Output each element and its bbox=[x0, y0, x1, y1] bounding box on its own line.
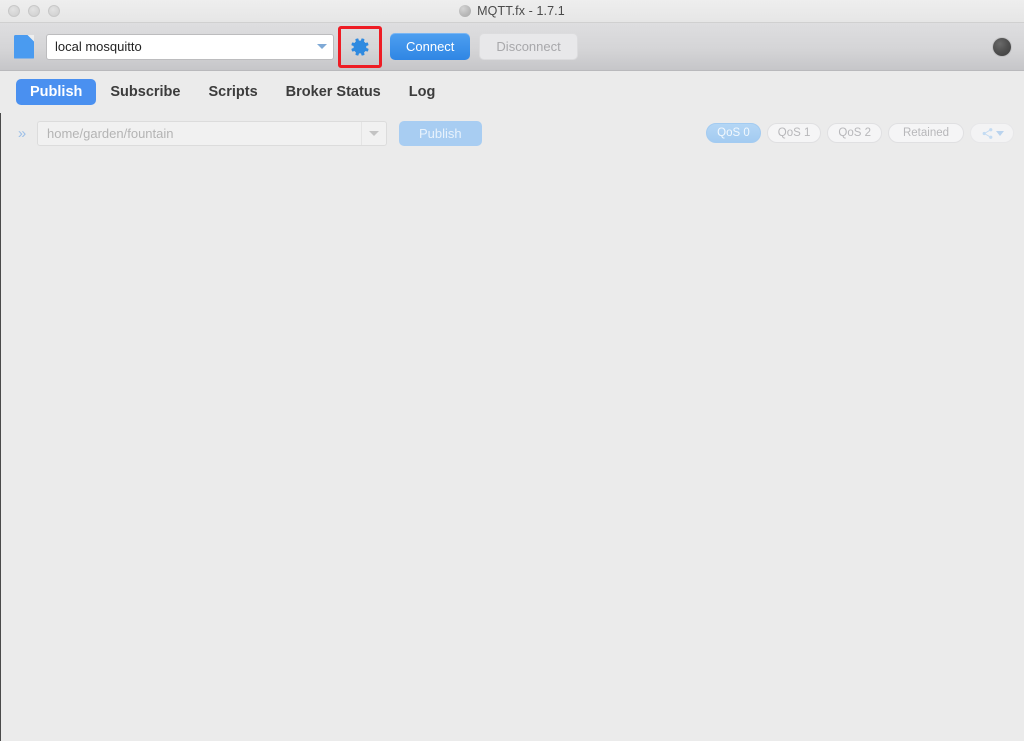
broker-settings-button[interactable] bbox=[338, 25, 382, 68]
publish-panel: » Publish QoS 0 QoS 1 QoS 2 Retained bbox=[0, 113, 1024, 741]
qos-1-button[interactable]: QoS 1 bbox=[766, 123, 822, 143]
retained-button[interactable]: Retained bbox=[888, 123, 964, 143]
globe-icon bbox=[459, 5, 472, 17]
tab-scripts[interactable]: Scripts bbox=[194, 79, 271, 105]
tab-broker-status[interactable]: Broker Status bbox=[272, 79, 395, 105]
chevron-down-icon bbox=[995, 130, 1004, 136]
qos-0-button[interactable]: QoS 0 bbox=[706, 123, 761, 143]
qos-2-button[interactable]: QoS 2 bbox=[827, 123, 882, 143]
gear-icon[interactable] bbox=[349, 36, 371, 58]
close-button[interactable] bbox=[8, 5, 20, 17]
main-tab-bar: Publish Subscribe Scripts Broker Status … bbox=[0, 71, 1024, 113]
chevron-down-icon[interactable] bbox=[311, 35, 333, 59]
window-title: MQTT.fx - 1.7.1 bbox=[477, 4, 565, 18]
double-chevron-right-icon[interactable]: » bbox=[13, 125, 31, 142]
disconnect-button[interactable]: Disconnect bbox=[479, 33, 578, 60]
share-nodes-dropdown[interactable] bbox=[970, 123, 1014, 143]
file-icon[interactable] bbox=[14, 34, 34, 59]
window-controls bbox=[8, 0, 60, 22]
main-toolbar: local mosquitto Connect Disconnect bbox=[0, 23, 1024, 71]
window-title-bar: MQTT.fx - 1.7.1 bbox=[0, 0, 1024, 23]
chevron-down-icon[interactable] bbox=[361, 121, 386, 145]
publish-toolbar-row: » Publish QoS 0 QoS 1 QoS 2 Retained bbox=[1, 113, 1024, 153]
minimize-button[interactable] bbox=[28, 5, 40, 17]
topic-combobox[interactable] bbox=[37, 120, 387, 146]
connection-status-indicator bbox=[993, 37, 1011, 56]
connect-button[interactable]: Connect bbox=[390, 33, 471, 60]
publish-button[interactable]: Publish bbox=[399, 120, 482, 146]
broker-profile-value: local mosquitto bbox=[55, 39, 142, 54]
tab-publish[interactable]: Publish bbox=[16, 79, 97, 105]
broker-profile-combobox[interactable]: local mosquitto bbox=[46, 33, 334, 60]
tab-log[interactable]: Log bbox=[395, 79, 450, 105]
window-title-group: MQTT.fx - 1.7.1 bbox=[0, 0, 1024, 22]
tab-subscribe[interactable]: Subscribe bbox=[96, 79, 194, 105]
share-nodes-icon bbox=[982, 127, 992, 139]
topic-input[interactable] bbox=[38, 121, 361, 145]
qos-options-group: QoS 0 QoS 1 QoS 2 Retained bbox=[706, 123, 1014, 143]
zoom-button[interactable] bbox=[48, 5, 60, 17]
